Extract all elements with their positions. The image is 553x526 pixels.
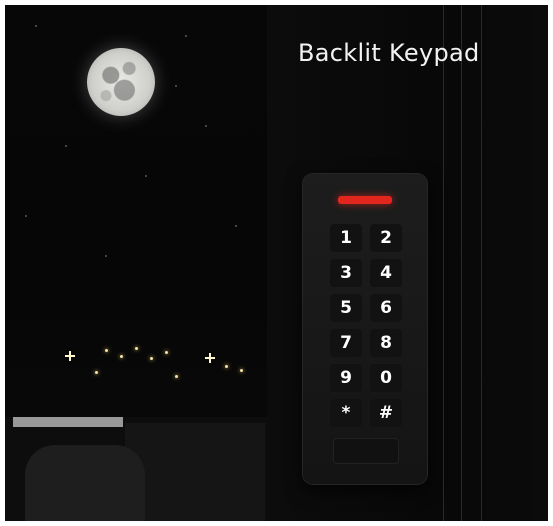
- key-4[interactable]: 4: [370, 259, 402, 287]
- night-sky-window: [5, 5, 267, 521]
- key-1[interactable]: 1: [330, 224, 362, 252]
- access-keypad: 1 2 3 4 5 6 7 8 9 0 * #: [303, 174, 427, 484]
- sofa-highlight: [13, 417, 123, 427]
- key-6[interactable]: 6: [370, 294, 402, 322]
- keypad-grid: 1 2 3 4 5 6 7 8 9 0 * #: [330, 224, 402, 434]
- wall-seam: [461, 5, 462, 521]
- product-headline: Backlit Keypad: [298, 39, 480, 67]
- key-hash[interactable]: #: [370, 399, 402, 427]
- moon: [87, 48, 155, 116]
- wall-seam: [481, 5, 482, 521]
- sofa-cushion: [25, 445, 145, 521]
- key-star[interactable]: *: [330, 399, 362, 427]
- card-reader-area: [333, 438, 399, 464]
- sofa-arm: [125, 423, 265, 521]
- key-7[interactable]: 7: [330, 329, 362, 357]
- city-lights: [65, 335, 265, 405]
- wall-seam: [443, 5, 444, 521]
- key-2[interactable]: 2: [370, 224, 402, 252]
- product-photo: Backlit Keypad 1 2 3 4 5 6 7 8 9 0 * #: [5, 5, 548, 521]
- key-5[interactable]: 5: [330, 294, 362, 322]
- status-indicator-led: [338, 196, 392, 204]
- key-0[interactable]: 0: [370, 364, 402, 392]
- key-3[interactable]: 3: [330, 259, 362, 287]
- key-9[interactable]: 9: [330, 364, 362, 392]
- key-8[interactable]: 8: [370, 329, 402, 357]
